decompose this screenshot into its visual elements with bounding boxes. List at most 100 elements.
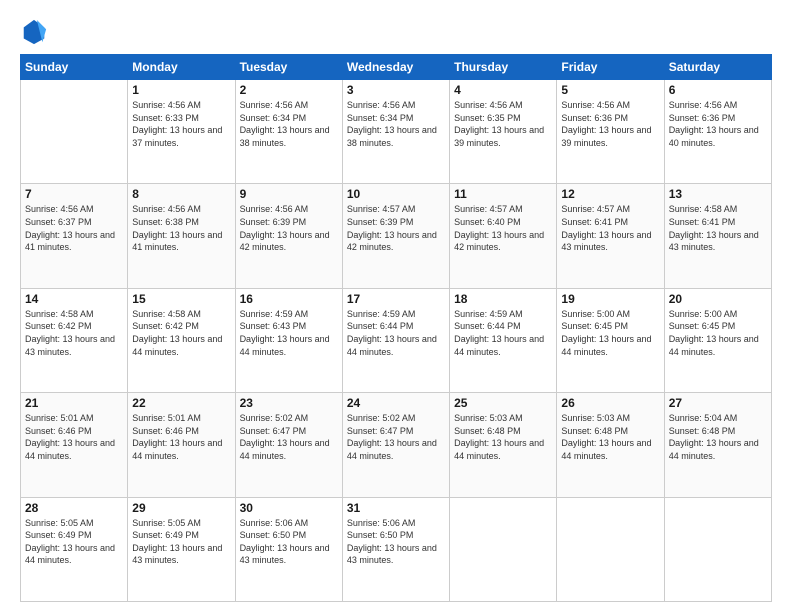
cell-info: Sunrise: 4:57 AMSunset: 6:41 PMDaylight:…: [561, 203, 659, 253]
weekday-header-thursday: Thursday: [450, 55, 557, 80]
calendar-cell: 7 Sunrise: 4:56 AMSunset: 6:37 PMDaylight…: [21, 184, 128, 288]
cell-info: Sunrise: 4:56 AMSunset: 6:35 PMDaylight:…: [454, 99, 552, 149]
calendar-cell: 27 Sunrise: 5:04 AMSunset: 6:48 PMDayligh…: [664, 393, 771, 497]
calendar-cell: 2 Sunrise: 4:56 AMSunset: 6:34 PMDaylight…: [235, 80, 342, 184]
weekday-header-row: SundayMondayTuesdayWednesdayThursdayFrid…: [21, 55, 772, 80]
day-number: 28: [25, 501, 123, 515]
cell-info: Sunrise: 5:03 AMSunset: 6:48 PMDaylight:…: [454, 412, 552, 462]
day-number: 27: [669, 396, 767, 410]
day-number: 3: [347, 83, 445, 97]
day-number: 10: [347, 187, 445, 201]
calendar-cell: [557, 497, 664, 601]
week-row-5: 28 Sunrise: 5:05 AMSunset: 6:49 PMDayligh…: [21, 497, 772, 601]
day-number: 29: [132, 501, 230, 515]
day-number: 4: [454, 83, 552, 97]
day-number: 18: [454, 292, 552, 306]
calendar-cell: 25 Sunrise: 5:03 AMSunset: 6:48 PMDayligh…: [450, 393, 557, 497]
day-number: 2: [240, 83, 338, 97]
week-row-2: 7 Sunrise: 4:56 AMSunset: 6:37 PMDaylight…: [21, 184, 772, 288]
cell-info: Sunrise: 4:56 AMSunset: 6:36 PMDaylight:…: [669, 99, 767, 149]
cell-info: Sunrise: 4:56 AMSunset: 6:37 PMDaylight:…: [25, 203, 123, 253]
cell-info: Sunrise: 5:00 AMSunset: 6:45 PMDaylight:…: [561, 308, 659, 358]
calendar-cell: 16 Sunrise: 4:59 AMSunset: 6:43 PMDayligh…: [235, 288, 342, 392]
calendar-cell: 1 Sunrise: 4:56 AMSunset: 6:33 PMDaylight…: [128, 80, 235, 184]
calendar-cell: 6 Sunrise: 4:56 AMSunset: 6:36 PMDaylight…: [664, 80, 771, 184]
day-number: 30: [240, 501, 338, 515]
calendar-cell: 20 Sunrise: 5:00 AMSunset: 6:45 PMDayligh…: [664, 288, 771, 392]
cell-info: Sunrise: 4:56 AMSunset: 6:38 PMDaylight:…: [132, 203, 230, 253]
day-number: 23: [240, 396, 338, 410]
calendar-cell: [21, 80, 128, 184]
day-number: 31: [347, 501, 445, 515]
logo-icon: [20, 18, 48, 46]
calendar-cell: 21Sunrise: 5:01 AMSunset: 6:46 PMDayligh…: [21, 393, 128, 497]
cell-info: Sunrise: 4:57 AMSunset: 6:40 PMDaylight:…: [454, 203, 552, 253]
cell-info: Sunrise: 5:02 AMSunset: 6:47 PMDaylight:…: [347, 412, 445, 462]
weekday-header-monday: Monday: [128, 55, 235, 80]
cell-info: Sunrise: 5:03 AMSunset: 6:48 PMDaylight:…: [561, 412, 659, 462]
cell-info: Sunrise: 5:04 AMSunset: 6:48 PMDaylight:…: [669, 412, 767, 462]
cell-info: Sunrise: 4:56 AMSunset: 6:36 PMDaylight:…: [561, 99, 659, 149]
cell-info: Sunrise: 4:58 AMSunset: 6:42 PMDaylight:…: [132, 308, 230, 358]
calendar-cell: 14 Sunrise: 4:58 AMSunset: 6:42 PMDayligh…: [21, 288, 128, 392]
calendar-cell: 24Sunrise: 5:02 AMSunset: 6:47 PMDayligh…: [342, 393, 449, 497]
weekday-header-friday: Friday: [557, 55, 664, 80]
cell-info: Sunrise: 4:59 AMSunset: 6:44 PMDaylight:…: [454, 308, 552, 358]
day-number: 26: [561, 396, 659, 410]
day-number: 1: [132, 83, 230, 97]
day-number: 17: [347, 292, 445, 306]
cell-info: Sunrise: 5:06 AMSunset: 6:50 PMDaylight:…: [240, 517, 338, 567]
day-number: 7: [25, 187, 123, 201]
week-row-1: 1 Sunrise: 4:56 AMSunset: 6:33 PMDaylight…: [21, 80, 772, 184]
calendar-cell: 13 Sunrise: 4:58 AMSunset: 6:41 PMDayligh…: [664, 184, 771, 288]
cell-info: Sunrise: 4:56 AMSunset: 6:34 PMDaylight:…: [240, 99, 338, 149]
calendar-cell: 23 Sunrise: 5:02 AMSunset: 6:47 PMDayligh…: [235, 393, 342, 497]
day-number: 14: [25, 292, 123, 306]
calendar-cell: 26 Sunrise: 5:03 AMSunset: 6:48 PMDayligh…: [557, 393, 664, 497]
cell-info: Sunrise: 4:57 AMSunset: 6:39 PMDaylight:…: [347, 203, 445, 253]
weekday-header-sunday: Sunday: [21, 55, 128, 80]
calendar-cell: 29 Sunrise: 5:05 AMSunset: 6:49 PMDayligh…: [128, 497, 235, 601]
cell-info: Sunrise: 4:56 AMSunset: 6:34 PMDaylight:…: [347, 99, 445, 149]
day-number: 12: [561, 187, 659, 201]
day-number: 25: [454, 396, 552, 410]
calendar-cell: 17Sunrise: 4:59 AMSunset: 6:44 PMDayligh…: [342, 288, 449, 392]
page: SundayMondayTuesdayWednesdayThursdayFrid…: [0, 0, 792, 612]
cell-info: Sunrise: 5:01 AMSunset: 6:46 PMDaylight:…: [25, 412, 123, 462]
day-number: 5: [561, 83, 659, 97]
calendar-cell: 3 Sunrise: 4:56 AMSunset: 6:34 PMDaylight…: [342, 80, 449, 184]
day-number: 16: [240, 292, 338, 306]
calendar-cell: 19Sunrise: 5:00 AMSunset: 6:45 PMDayligh…: [557, 288, 664, 392]
week-row-4: 21Sunrise: 5:01 AMSunset: 6:46 PMDayligh…: [21, 393, 772, 497]
calendar-cell: 9Sunrise: 4:56 AMSunset: 6:39 PMDaylight…: [235, 184, 342, 288]
week-row-3: 14 Sunrise: 4:58 AMSunset: 6:42 PMDayligh…: [21, 288, 772, 392]
calendar-cell: 5 Sunrise: 4:56 AMSunset: 6:36 PMDaylight…: [557, 80, 664, 184]
day-number: 13: [669, 187, 767, 201]
cell-info: Sunrise: 5:05 AMSunset: 6:49 PMDaylight:…: [25, 517, 123, 567]
calendar-cell: 31 Sunrise: 5:06 AMSunset: 6:50 PMDayligh…: [342, 497, 449, 601]
weekday-header-saturday: Saturday: [664, 55, 771, 80]
calendar-cell: 22Sunrise: 5:01 AMSunset: 6:46 PMDayligh…: [128, 393, 235, 497]
calendar-cell: 12 Sunrise: 4:57 AMSunset: 6:41 PMDayligh…: [557, 184, 664, 288]
day-number: 9: [240, 187, 338, 201]
calendar-cell: [450, 497, 557, 601]
calendar-cell: 4 Sunrise: 4:56 AMSunset: 6:35 PMDaylight…: [450, 80, 557, 184]
calendar-cell: 8Sunrise: 4:56 AMSunset: 6:38 PMDaylight…: [128, 184, 235, 288]
cell-info: Sunrise: 4:59 AMSunset: 6:43 PMDaylight:…: [240, 308, 338, 358]
day-number: 6: [669, 83, 767, 97]
cell-info: Sunrise: 5:02 AMSunset: 6:47 PMDaylight:…: [240, 412, 338, 462]
day-number: 20: [669, 292, 767, 306]
calendar-table: SundayMondayTuesdayWednesdayThursdayFrid…: [20, 54, 772, 602]
cell-info: Sunrise: 5:05 AMSunset: 6:49 PMDaylight:…: [132, 517, 230, 567]
calendar-cell: 15Sunrise: 4:58 AMSunset: 6:42 PMDayligh…: [128, 288, 235, 392]
cell-info: Sunrise: 5:01 AMSunset: 6:46 PMDaylight:…: [132, 412, 230, 462]
cell-info: Sunrise: 4:56 AMSunset: 6:33 PMDaylight:…: [132, 99, 230, 149]
day-number: 11: [454, 187, 552, 201]
calendar-cell: 10 Sunrise: 4:57 AMSunset: 6:39 PMDayligh…: [342, 184, 449, 288]
cell-info: Sunrise: 4:58 AMSunset: 6:42 PMDaylight:…: [25, 308, 123, 358]
cell-info: Sunrise: 5:00 AMSunset: 6:45 PMDaylight:…: [669, 308, 767, 358]
cell-info: Sunrise: 5:06 AMSunset: 6:50 PMDaylight:…: [347, 517, 445, 567]
calendar-cell: [664, 497, 771, 601]
weekday-header-tuesday: Tuesday: [235, 55, 342, 80]
cell-info: Sunrise: 4:58 AMSunset: 6:41 PMDaylight:…: [669, 203, 767, 253]
